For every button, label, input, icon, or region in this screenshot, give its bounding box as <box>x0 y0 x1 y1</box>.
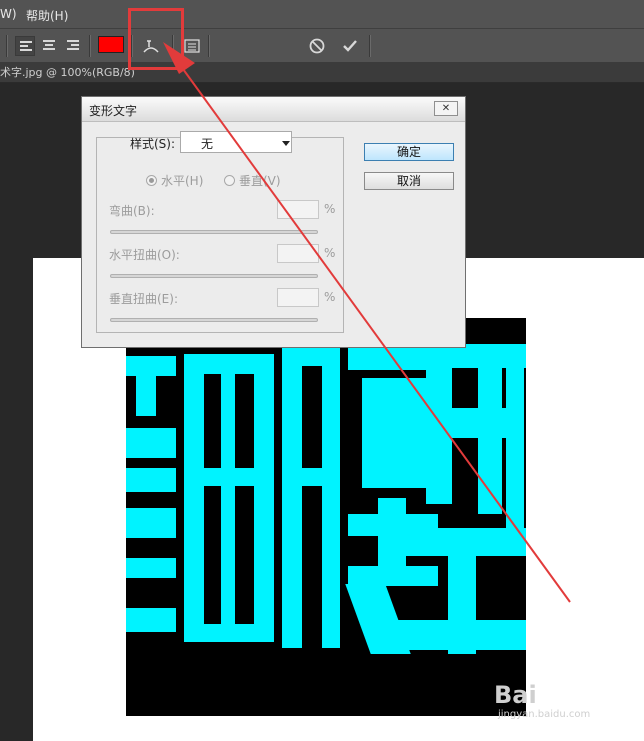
watermark-logo: Bai <box>494 681 537 709</box>
annotation-arrow <box>163 42 571 603</box>
watermark-url: jingyan.baidu.com <box>498 709 591 720</box>
